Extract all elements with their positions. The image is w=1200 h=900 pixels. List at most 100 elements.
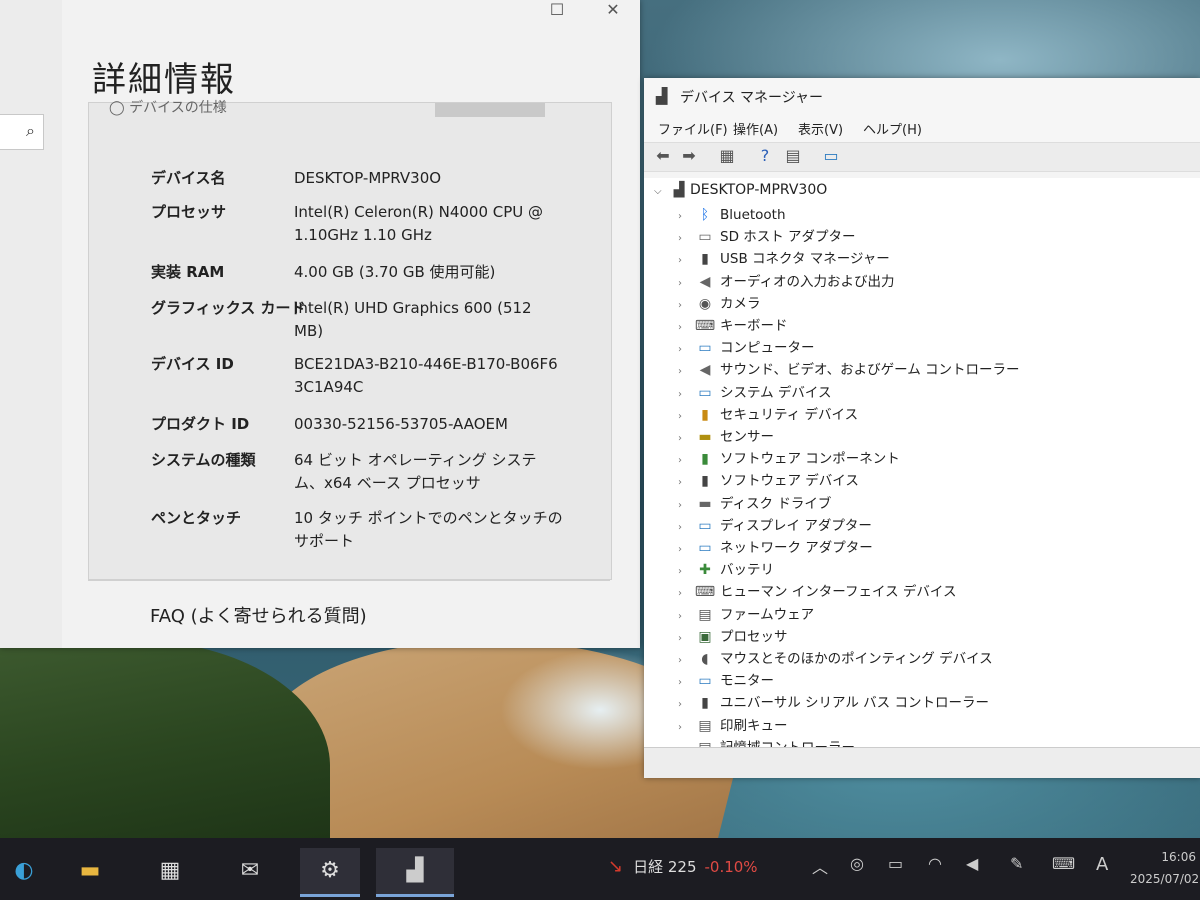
expand-chevron-icon[interactable]: › <box>678 472 694 494</box>
tree-item[interactable]: › ▭ システム デバイス <box>678 382 831 404</box>
tree-item[interactable]: › ᛒ Bluetooth <box>678 204 786 226</box>
copy-button[interactable] <box>435 103 545 117</box>
news-widget[interactable]: ↘ 日経 225 -0.10% <box>608 856 758 877</box>
chevron-up-icon[interactable]: ︿ <box>812 854 828 878</box>
tree-item[interactable]: › ▭ モニター <box>678 670 774 692</box>
device-manager-taskbar-icon[interactable]: ▟ <box>376 848 454 897</box>
touch-keyboard-icon[interactable]: ⌨ <box>1052 854 1075 873</box>
news-label: 日経 225 <box>633 858 697 876</box>
camera-tray-icon[interactable]: ◎ <box>850 854 864 873</box>
tree-item[interactable]: › ⌨ キーボード <box>678 315 788 337</box>
tree-item-label: ソフトウェア コンポーネント <box>720 451 900 468</box>
trend-down-icon: ↘ <box>608 856 624 877</box>
collapse-chevron-icon[interactable]: ⌵ <box>654 186 668 197</box>
tree-item[interactable]: › ▤ 印刷キュー <box>678 715 788 737</box>
help-icon[interactable]: ? <box>754 146 776 166</box>
divider <box>88 580 610 581</box>
show-hide-icon[interactable]: ▤ <box>782 146 804 166</box>
tree-item[interactable]: › ◀ サウンド、ビデオ、およびゲーム コントローラー <box>678 359 1020 381</box>
store-icon[interactable]: ▦ <box>140 848 200 894</box>
expand-chevron-icon[interactable]: › <box>678 717 694 739</box>
menu-help[interactable]: ヘルプ(H) <box>863 119 922 138</box>
spec-label: デバイス ID <box>151 355 234 373</box>
volume-icon[interactable]: ◀ <box>966 854 978 873</box>
tree-item[interactable]: › ▭ ディスプレイ アダプター <box>678 515 872 537</box>
tree-item[interactable]: › ▮ ソフトウェア デバイス <box>678 470 859 492</box>
expand-chevron-icon[interactable]: › <box>678 206 694 228</box>
menu-view[interactable]: 表示(V) <box>798 119 843 138</box>
tree-item[interactable]: › ▣ プロセッサ <box>678 626 788 648</box>
expand-chevron-icon[interactable]: › <box>678 561 694 583</box>
menu-action[interactable]: 操作(A) <box>733 119 778 138</box>
tree-item[interactable]: › ▭ コンピューター <box>678 337 815 359</box>
tree-item[interactable]: › ⌨ ヒューマン インターフェイス デバイス <box>678 581 956 603</box>
tree-item[interactable]: › ◀ オーディオの入力および出力 <box>678 271 895 293</box>
tree-item-label: ディスク ドライブ <box>720 495 832 512</box>
tree-item[interactable]: › ▭ ネットワーク アダプター <box>678 537 873 559</box>
battery-tray-icon[interactable]: ▭ <box>888 854 903 873</box>
properties-icon[interactable]: ▦ <box>716 146 738 166</box>
search-input[interactable]: ⌕ <box>0 114 44 150</box>
device-specs-heading[interactable]: ◯ デバイスの仕様 <box>109 97 227 117</box>
tree-item-label: プロセッサ <box>720 628 788 645</box>
expand-chevron-icon[interactable]: › <box>678 384 694 406</box>
expand-chevron-icon[interactable]: › <box>678 606 694 628</box>
tree-item-label: コンピューター <box>720 340 815 357</box>
expand-chevron-icon[interactable]: › <box>678 495 694 517</box>
firmware-icon: ▤ <box>698 606 712 623</box>
expand-chevron-icon[interactable]: › <box>678 317 694 339</box>
file-explorer-icon[interactable]: ▬ <box>60 848 120 894</box>
expand-chevron-icon[interactable]: › <box>678 694 694 716</box>
tree-item[interactable]: › ✚ バッテリ <box>678 559 774 581</box>
clock[interactable]: 16:06 2025/07/02 <box>1130 846 1199 890</box>
tree-item[interactable]: › ▮ セキュリティ デバイス <box>678 404 858 426</box>
forward-arrow-icon[interactable]: ➡ <box>678 146 700 166</box>
tree-root[interactable]: ⌵ ▟ DESKTOP-MPRV30O <box>654 182 827 198</box>
tree-item[interactable]: › ▬ センサー <box>678 426 774 448</box>
scan-hardware-icon[interactable]: ▭ <box>820 146 842 166</box>
expand-chevron-icon[interactable]: › <box>678 273 694 295</box>
expand-chevron-icon[interactable]: › <box>678 406 694 428</box>
expand-chevron-icon[interactable]: › <box>678 583 694 605</box>
expand-chevron-icon[interactable]: › <box>678 228 694 250</box>
print-queue-icon: ▤ <box>698 717 712 734</box>
settings-gear-icon[interactable]: ⚙ <box>300 848 360 897</box>
faq-link[interactable]: FAQ (よく寄せられる質問) <box>150 602 367 628</box>
device-tree: ⌵ ▟ DESKTOP-MPRV30O › ᛒ Bluetooth › ▭ SD ホスト アダ… <box>644 178 1200 748</box>
menu-file[interactable]: ファイル(F) <box>658 119 728 138</box>
mail-icon[interactable]: ✉ <box>220 848 280 894</box>
tree-item-label: USB コネクタ マネージャー <box>720 251 890 268</box>
clock-time: 16:06 <box>1161 850 1196 864</box>
expand-chevron-icon[interactable]: › <box>678 650 694 672</box>
tree-item[interactable]: › ▮ USB コネクタ マネージャー <box>678 248 890 270</box>
expand-chevron-icon[interactable]: › <box>678 628 694 650</box>
tree-item-label: オーディオの入力および出力 <box>720 273 895 290</box>
expand-chevron-icon[interactable]: › <box>678 672 694 694</box>
edge-icon[interactable]: ◐ <box>0 848 54 894</box>
expand-chevron-icon[interactable]: › <box>678 339 694 361</box>
expand-chevron-icon[interactable]: › <box>678 539 694 561</box>
pen-icon[interactable]: ✎ <box>1010 854 1023 873</box>
tree-item[interactable]: › ▭ SD ホスト アダプター <box>678 226 856 248</box>
spec-label: システムの種類 <box>151 451 256 469</box>
back-arrow-icon[interactable]: ⬅ <box>652 146 674 166</box>
expand-chevron-icon[interactable]: › <box>678 450 694 472</box>
tree-item[interactable]: › ◖ マウスとそのほかのポインティング デバイス <box>678 648 993 670</box>
device-manager-titlebar[interactable]: ▟ デバイス マネージャー <box>644 78 1200 114</box>
tree-item[interactable]: › ▮ ユニバーサル シリアル バス コントローラー <box>678 692 989 714</box>
usb-controller-icon: ▮ <box>701 695 709 712</box>
tree-item-label: バッテリ <box>720 562 774 579</box>
tree-item[interactable]: › ▬ ディスク ドライブ <box>678 493 831 515</box>
expand-chevron-icon[interactable]: › <box>678 361 694 383</box>
tree-item[interactable]: › ▤ ファームウェア <box>678 604 814 626</box>
expand-chevron-icon[interactable]: › <box>678 295 694 317</box>
maximize-button[interactable]: ☐ <box>534 0 580 22</box>
expand-chevron-icon[interactable]: › <box>678 428 694 450</box>
tree-item[interactable]: › ◉ カメラ <box>678 293 761 315</box>
tree-item[interactable]: › ▮ ソフトウェア コンポーネント <box>678 448 900 470</box>
expand-chevron-icon[interactable]: › <box>678 517 694 539</box>
expand-chevron-icon[interactable]: › <box>678 250 694 272</box>
ime-indicator[interactable]: A <box>1096 854 1108 875</box>
close-button[interactable]: ✕ <box>590 0 636 22</box>
wifi-icon[interactable]: ◠ <box>928 854 942 873</box>
